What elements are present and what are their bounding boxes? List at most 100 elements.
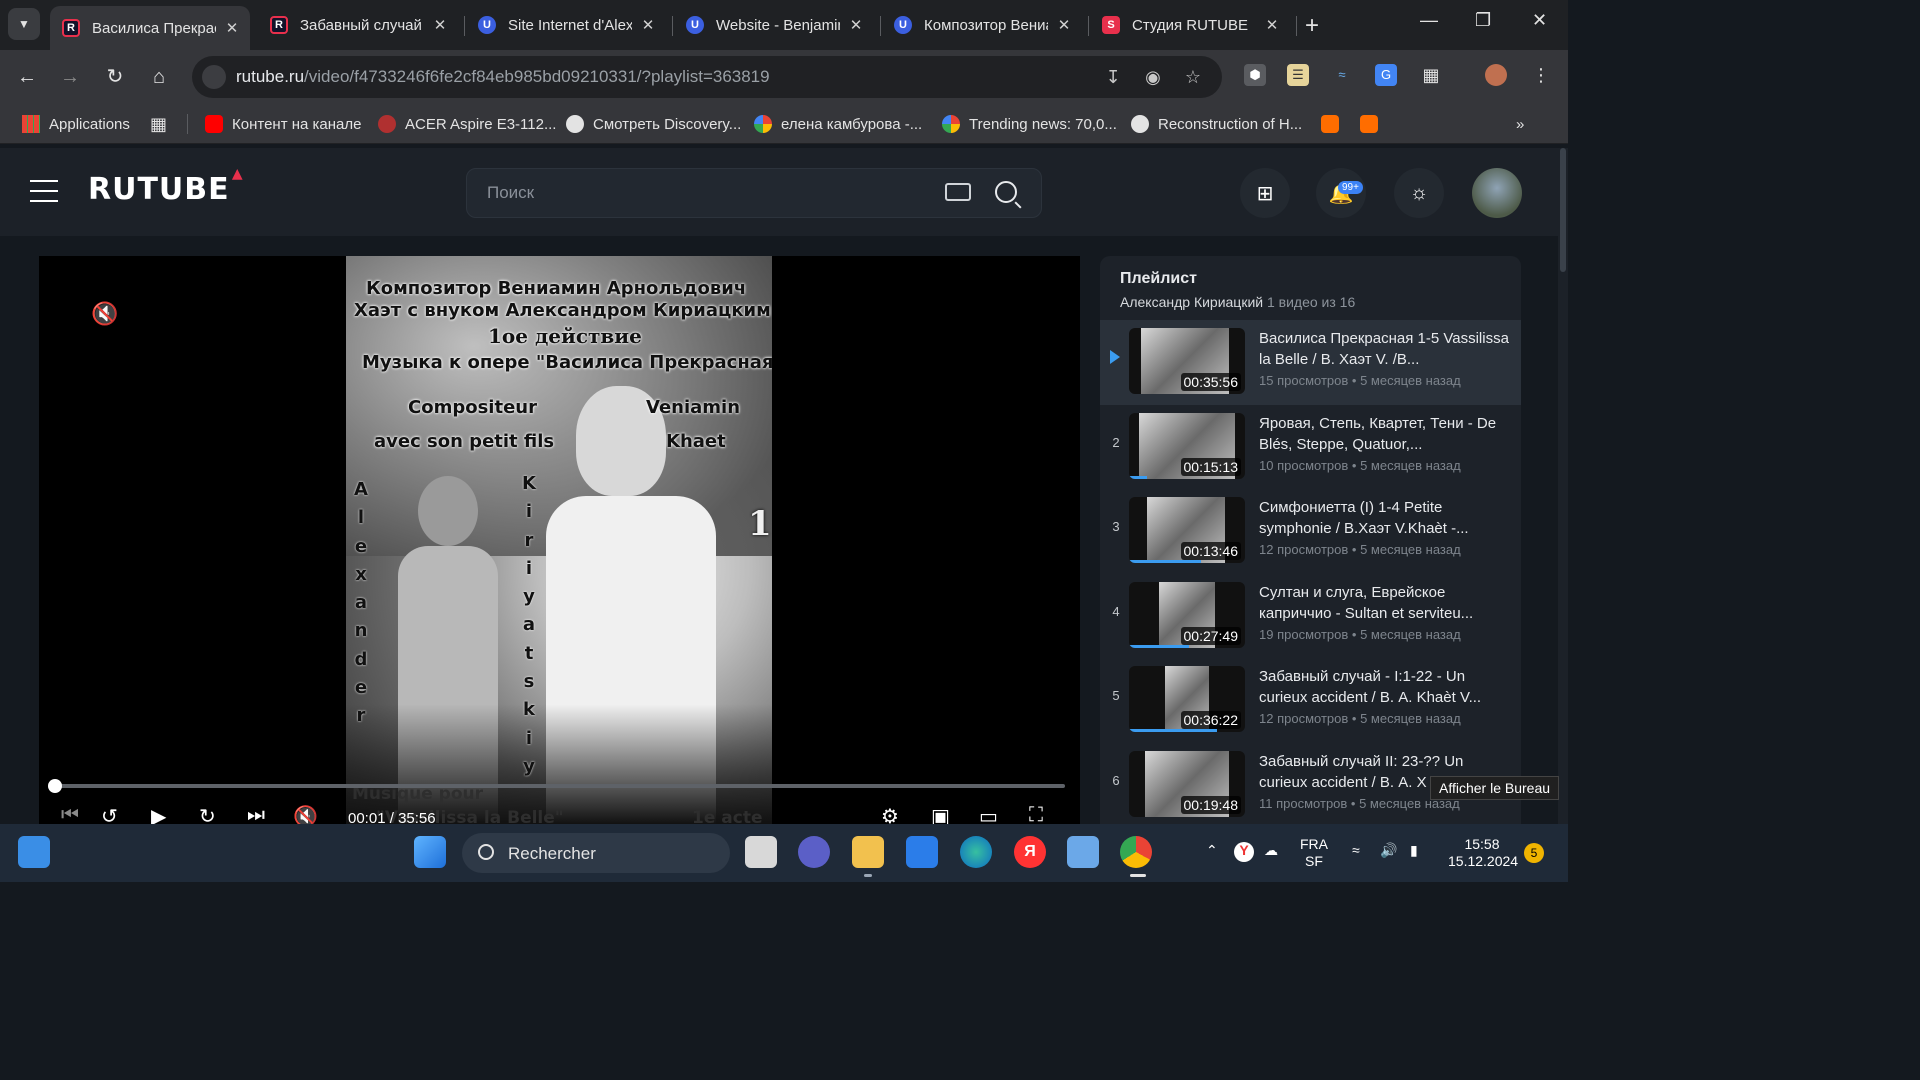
home-icon[interactable]: ⌂ — [146, 64, 172, 90]
star-icon[interactable]: ☆ — [1182, 66, 1204, 88]
theme-toggle-button[interactable]: ☼ — [1394, 168, 1444, 218]
seek-bar[interactable] — [48, 779, 1065, 793]
play-icon[interactable]: ▶ — [151, 804, 166, 824]
kebab-menu-icon[interactable]: ⋮ — [1530, 64, 1552, 86]
taskbar-search[interactable]: Rechercher — [462, 833, 730, 873]
playlist-item[interactable]: 3 00:13:46 Симфониетта (I) 1-4 Petite sy… — [1100, 489, 1521, 574]
close-icon[interactable]: ✕ — [224, 19, 240, 37]
miniplayer-icon[interactable]: ▣ — [931, 804, 950, 824]
video-thumbnail[interactable]: 00:27:49 — [1129, 582, 1245, 648]
seek-knob[interactable] — [48, 779, 62, 793]
bookmark-discovery[interactable]: Смотреть Discovery... — [566, 113, 741, 135]
user-avatar[interactable] — [1472, 168, 1522, 218]
windows-start-icon[interactable] — [414, 836, 446, 868]
playlist-item[interactable]: 00:35:56 Василиса Прекрасная 1-5 Vassili… — [1100, 320, 1521, 405]
tab-site-alexandre[interactable]: U Site Internet d'Alexandre ✕ — [466, 6, 666, 44]
rutube-logo[interactable]: RUTUBE ▲ — [88, 166, 243, 207]
back-icon[interactable]: ← — [14, 64, 40, 90]
video-title[interactable]: Султан и слуга, Еврейское каприччио - Su… — [1259, 582, 1509, 624]
cloud-icon[interactable]: ☁ — [1264, 842, 1278, 859]
playlist-item[interactable]: 5 00:36:22 Забавный случай - I:1-22 - Un… — [1100, 658, 1521, 743]
file-explorer-icon[interactable] — [852, 836, 884, 868]
forward-10-icon[interactable]: ↻ — [199, 804, 216, 824]
close-icon[interactable]: ✕ — [640, 16, 656, 34]
upload-button[interactable]: ⊞ — [1240, 168, 1290, 218]
unmute-icon[interactable]: 🔇 — [91, 301, 118, 327]
previous-icon[interactable]: ⏮ — [61, 804, 79, 824]
bookmark-blogger-2[interactable] — [1360, 113, 1387, 135]
search-icon[interactable] — [995, 181, 1017, 203]
address-bar[interactable]: rutube.ru/video/f4733246f6fe2cf84eb985bd… — [192, 56, 1222, 98]
new-tab-icon[interactable]: + — [1305, 12, 1319, 40]
playlist-author[interactable]: Александр Кириацкий — [1120, 294, 1263, 310]
next-icon[interactable]: ⏭ — [247, 804, 265, 824]
tab-kompozitor[interactable]: U Композитор Вениамин ✕ — [882, 6, 1082, 44]
tray-chevron-up-icon[interactable]: ⌃ — [1206, 842, 1218, 859]
bookmark-reconstruction[interactable]: Reconstruction of H... — [1131, 113, 1302, 135]
menu-icon[interactable] — [30, 180, 58, 202]
extension-wave-icon[interactable]: ≈ — [1331, 64, 1353, 86]
video-title[interactable]: Симфониетта (I) 1-4 Petite symphonie / В… — [1259, 497, 1509, 539]
url-text[interactable]: rutube.ru/video/f4733246f6fe2cf84eb985bd… — [236, 67, 770, 87]
keyboard-icon[interactable] — [945, 183, 971, 201]
restore-icon[interactable]: ❐ — [1475, 10, 1491, 31]
forward-icon[interactable]: → — [57, 64, 83, 90]
battery-icon[interactable]: ▮ — [1410, 842, 1418, 859]
bookmark-kontent[interactable]: Контент на канале — [205, 113, 361, 135]
close-icon[interactable]: ✕ — [848, 16, 864, 34]
bookmark-trending[interactable]: Trending news: 70,0... — [942, 113, 1117, 135]
video-thumbnail[interactable]: 00:15:13 — [1129, 413, 1245, 479]
window-close-icon[interactable]: ✕ — [1532, 10, 1547, 31]
fullscreen-icon[interactable]: ⛶ — [1029, 804, 1043, 824]
clock[interactable]: 15:58 15.12.2024 — [1448, 836, 1518, 870]
chrome-icon[interactable] — [1120, 836, 1152, 868]
video-title[interactable]: Василиса Прекрасная 1-5 Vassilissa la Be… — [1259, 328, 1509, 370]
speaker-icon[interactable]: 🔊 — [1380, 842, 1397, 859]
bookmark-acer[interactable]: ACER Aspire E3-112... — [378, 113, 556, 135]
video-thumbnail[interactable]: 00:35:56 — [1129, 328, 1245, 394]
video-thumbnail[interactable]: 00:19:48 — [1129, 751, 1245, 817]
eye-off-icon[interactable]: ◉ — [1142, 66, 1164, 88]
minimize-icon[interactable]: — — [1420, 10, 1438, 31]
input-language[interactable]: FRA SF — [1300, 836, 1328, 870]
bookmark-grid[interactable]: ▦ — [150, 113, 167, 135]
bookmarks-overflow-icon[interactable]: » — [1516, 113, 1524, 135]
edge-icon[interactable] — [960, 836, 992, 868]
video-title[interactable]: Забавный случай - I:1-22 - Un curieux ac… — [1259, 666, 1509, 708]
teams-icon[interactable] — [798, 836, 830, 868]
playlist-item[interactable]: 4 00:27:49 Султан и слуга, Еврейское кап… — [1100, 574, 1521, 659]
tab-website-benjamin[interactable]: U Website - Benjamin ✕ — [674, 6, 874, 44]
settings-hd-icon[interactable]: ⚙ — [881, 804, 899, 824]
install-app-icon[interactable]: ↧ — [1102, 66, 1124, 88]
task-view-icon[interactable] — [745, 836, 777, 868]
yandex-browser-icon[interactable]: Я — [1014, 836, 1046, 868]
tab-vasilisa[interactable]: R Василиса Прекрасная ✕ — [50, 6, 250, 50]
close-icon[interactable]: ✕ — [1264, 16, 1280, 34]
profile-avatar-icon[interactable] — [1485, 64, 1507, 86]
video-thumbnail[interactable]: 00:36:22 — [1129, 666, 1245, 732]
search-input[interactable]: Поиск — [466, 168, 1042, 218]
bookmark-applications[interactable]: Applications — [22, 113, 130, 135]
extension-notepad-icon[interactable]: ☰ — [1287, 64, 1309, 86]
widgets-icon[interactable] — [18, 836, 50, 868]
volume-muted-icon[interactable]: 🔇 — [293, 804, 318, 824]
playlist-item[interactable]: 2 00:15:13 Яровая, Степь, Квартет, Тени … — [1100, 405, 1521, 490]
google-translate-icon[interactable]: G — [1375, 64, 1397, 86]
video-thumbnail[interactable]: 00:13:46 — [1129, 497, 1245, 563]
page-scrollbar[interactable] — [1558, 148, 1568, 824]
remote-desktop-icon[interactable] — [1067, 836, 1099, 868]
ms-store-icon[interactable] — [906, 836, 938, 868]
tab-zabavnyi[interactable]: R Забавный случай ✕ — [258, 6, 458, 44]
bookmark-blogger-1[interactable] — [1321, 113, 1348, 135]
wifi-icon[interactable]: ≈ — [1352, 842, 1360, 859]
tab-search-button[interactable]: ▼ — [8, 8, 40, 40]
site-info-icon[interactable] — [202, 65, 226, 89]
video-title[interactable]: Яровая, Степь, Квартет, Тени - De Blés, … — [1259, 413, 1509, 455]
rewind-10-icon[interactable]: ↺ — [101, 804, 118, 824]
scrollbar-thumb[interactable] — [1560, 148, 1566, 272]
extensions-puzzle-icon[interactable]: ▦ — [1420, 64, 1442, 86]
tab-studio-rutube[interactable]: S Студия RUTUBE ✕ — [1090, 6, 1290, 44]
notification-count[interactable]: 5 — [1524, 843, 1544, 863]
extension-cube-icon[interactable]: ⬢ — [1244, 64, 1266, 86]
close-icon[interactable]: ✕ — [1056, 16, 1072, 34]
